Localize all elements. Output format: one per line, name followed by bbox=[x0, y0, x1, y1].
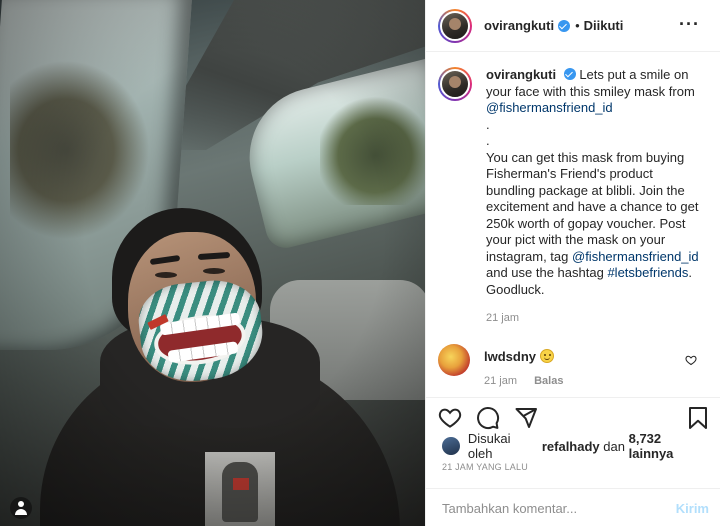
likes-others-button[interactable]: 8,732 lainnya bbox=[629, 431, 709, 461]
commenter-username[interactable]: lwdsdny bbox=[484, 349, 536, 364]
comment-item: lwdsdny 21 jam Balas bbox=[438, 344, 705, 387]
comment-body: lwdsdny 21 jam Balas bbox=[484, 349, 563, 387]
caption-author-avatar[interactable] bbox=[438, 67, 472, 101]
liker-avatar[interactable] bbox=[442, 437, 460, 455]
save-bookmark-icon[interactable] bbox=[687, 406, 709, 430]
post-photo[interactable] bbox=[0, 0, 425, 526]
commenter-avatar[interactable] bbox=[438, 344, 470, 376]
caption-time[interactable]: 21 jam bbox=[486, 312, 705, 324]
likes-prefix: Disukai oleh bbox=[467, 431, 511, 461]
likes-summary: Disukai oleh refalhady dan 8,732 lainnya bbox=[426, 431, 720, 461]
post-side-panel: ovirangkuti • Diikuti ··· ovirangkuti Le… bbox=[425, 0, 720, 526]
share-send-icon[interactable] bbox=[514, 406, 538, 430]
post-comment-button[interactable]: Kirim bbox=[676, 501, 709, 516]
like-heart-icon[interactable] bbox=[438, 406, 462, 430]
post-header: ovirangkuti • Diikuti ··· bbox=[426, 0, 720, 52]
smiling-face-emoji-icon bbox=[540, 349, 555, 363]
comment-input[interactable] bbox=[442, 500, 668, 516]
action-icons bbox=[426, 398, 720, 434]
comment-time[interactable]: 21 jam bbox=[484, 375, 517, 387]
caption-mention-link[interactable]: @fishermansfriend_id bbox=[486, 100, 613, 115]
likes-conjunction: dan bbox=[603, 438, 625, 454]
caption-mid: and use the hashtag bbox=[486, 265, 604, 280]
caption-text: ovirangkuti Lets put a smile on your fac… bbox=[486, 67, 705, 298]
comments-list: ovirangkuti Lets put a smile on your fac… bbox=[426, 53, 720, 397]
post-actions: Disukai oleh refalhady dan 8,732 lainnya… bbox=[426, 397, 720, 526]
caption-hashtag-link[interactable]: #letsbefriends bbox=[607, 265, 688, 280]
caption-mention-link-2[interactable]: @fishermansfriend_id bbox=[572, 249, 699, 264]
more-horizontal-icon[interactable]: ··· bbox=[679, 15, 700, 33]
add-comment-bar: Kirim bbox=[426, 488, 720, 526]
reply-button[interactable]: Balas bbox=[534, 375, 563, 387]
caption: ovirangkuti Lets put a smile on your fac… bbox=[438, 67, 705, 298]
header-separator: • bbox=[575, 18, 580, 33]
caption-username[interactable]: ovirangkuti bbox=[486, 67, 556, 82]
verified-badge-icon bbox=[558, 19, 571, 32]
user-tags-icon[interactable] bbox=[10, 497, 32, 519]
author-avatar[interactable] bbox=[438, 8, 472, 43]
author-username[interactable]: ovirangkuti bbox=[484, 18, 554, 33]
verified-badge-icon bbox=[563, 68, 576, 80]
caption-spacer: . . bbox=[486, 116, 490, 149]
photo-vignette bbox=[0, 0, 425, 526]
comment-bubble-icon[interactable] bbox=[476, 406, 500, 430]
liker-username[interactable]: refalhady bbox=[542, 439, 600, 454]
comment-like-heart-icon[interactable] bbox=[685, 354, 697, 366]
comment-meta: 21 jam Balas bbox=[484, 375, 563, 387]
caption-body: You can get this mask from buying Fisher… bbox=[486, 149, 699, 264]
following-button[interactable]: Diikuti bbox=[584, 18, 624, 33]
